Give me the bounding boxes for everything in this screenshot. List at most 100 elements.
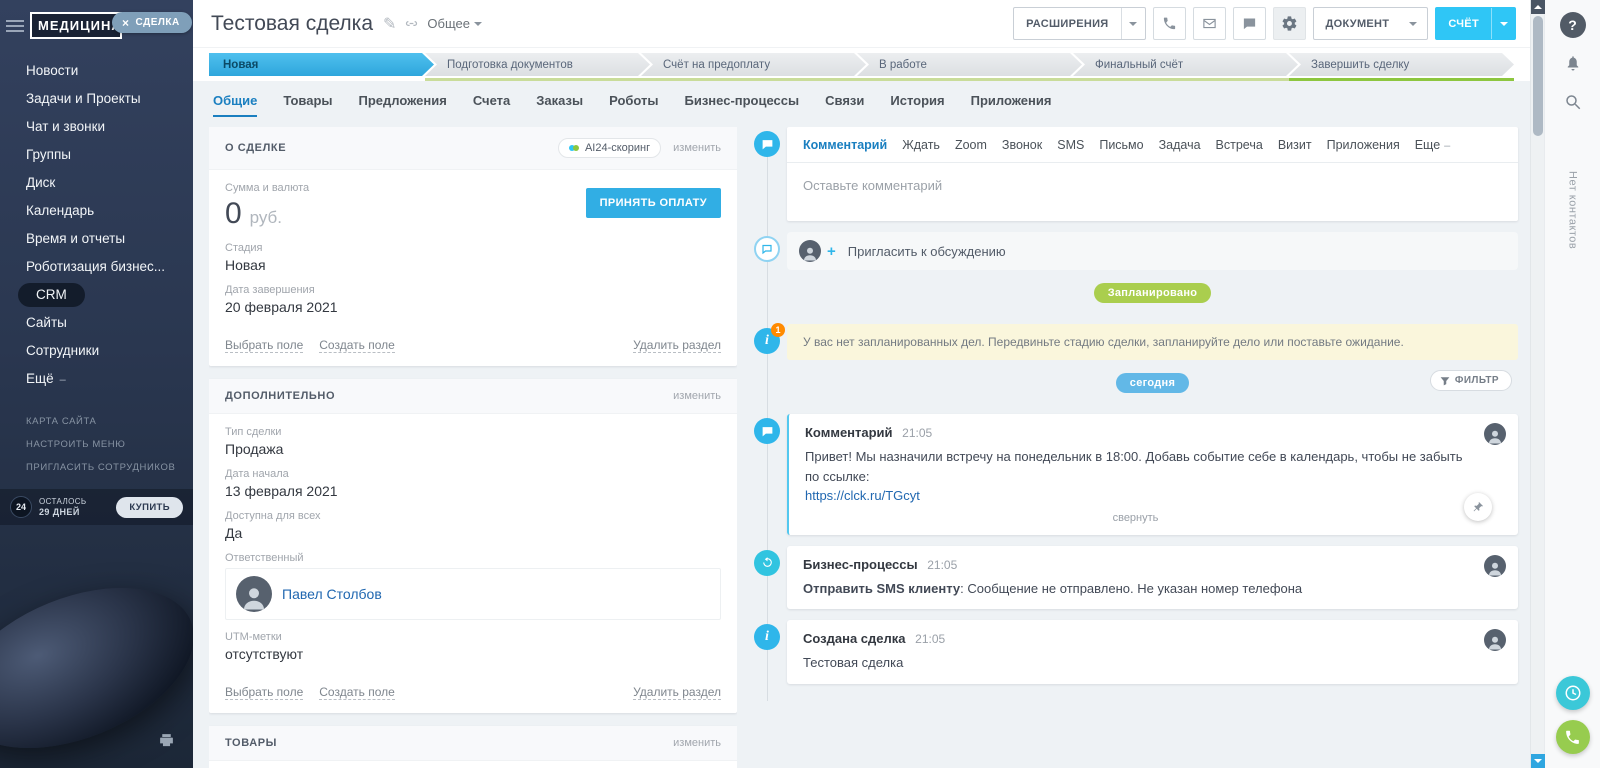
- help-icon[interactable]: ?: [1560, 12, 1586, 38]
- sidebar-item-time-reports[interactable]: Время и отчеты: [0, 225, 193, 253]
- tab-relations[interactable]: Связи: [825, 93, 864, 117]
- sidebar-item-crm[interactable]: CRM: [0, 281, 193, 309]
- stage-close-deal[interactable]: Завершить сделку: [1289, 53, 1514, 81]
- create-field-link[interactable]: Создать поле: [319, 338, 395, 353]
- ttab-meeting[interactable]: Встреча: [1216, 138, 1263, 152]
- ttab-letter[interactable]: Письмо: [1099, 138, 1143, 152]
- tab-robots[interactable]: Роботы: [609, 93, 658, 117]
- pin-icon[interactable]: [1464, 493, 1492, 521]
- printer-icon[interactable]: [158, 732, 175, 754]
- tab-business-processes[interactable]: Бизнес-процессы: [685, 93, 800, 117]
- timeline-entry-card[interactable]: Бизнес-процессы 21:05 Отправить SMS клие…: [787, 546, 1518, 610]
- sidebar-item-drive[interactable]: Диск: [0, 169, 193, 197]
- stage-document-preparation[interactable]: Подготовка документов: [425, 53, 650, 81]
- sidebar-item-more[interactable]: Ещё: [0, 365, 193, 394]
- configure-menu-link[interactable]: НАСТРОИТЬ МЕНЮ: [0, 433, 193, 456]
- bell-icon[interactable]: [1564, 54, 1582, 77]
- tab-products[interactable]: Товары: [283, 93, 332, 117]
- invite-employees-link[interactable]: ПРИГЛАСИТЬ СОТРУДНИКОВ: [0, 456, 193, 479]
- start-date-field[interactable]: Дата начала 13 февраля 2021: [225, 468, 721, 499]
- buy-button[interactable]: КУПИТЬ: [116, 497, 183, 518]
- delete-section-link[interactable]: Удалить раздел: [633, 685, 721, 700]
- tab-applications[interactable]: Приложения: [971, 93, 1052, 117]
- invite-to-discussion[interactable]: + Пригласить к обсуждению: [787, 232, 1518, 270]
- call-button[interactable]: [1153, 7, 1186, 40]
- stage-final-invoice[interactable]: Финальный счёт: [1073, 53, 1298, 81]
- deal-sum-value[interactable]: 0 руб.: [225, 197, 309, 231]
- sidebar-item-news[interactable]: Новости: [0, 57, 193, 85]
- sidebar-item-employees[interactable]: Сотрудники: [0, 337, 193, 365]
- select-field-link[interactable]: Выбрать поле: [225, 685, 303, 700]
- search-icon[interactable]: [1564, 93, 1582, 116]
- sidebar-item-tasks[interactable]: Задачи и Проекты: [0, 85, 193, 113]
- invoice-button[interactable]: СЧЁТ: [1435, 7, 1516, 40]
- sidebar-item-rpa[interactable]: Роботизация бизнес...: [0, 253, 193, 281]
- stage-prepayment-invoice[interactable]: Счёт на предоплату: [641, 53, 866, 81]
- chat-button[interactable]: [1233, 7, 1266, 40]
- ttab-zoom[interactable]: Zoom: [955, 138, 987, 152]
- no-contacts-label[interactable]: Нет контактов: [1567, 171, 1579, 249]
- edit-section-link[interactable]: изменить: [673, 390, 721, 402]
- available-to-all-field[interactable]: Доступна для всех Да: [225, 510, 721, 541]
- comment-input[interactable]: Оставьте комментарий: [787, 163, 1518, 221]
- collapse-link[interactable]: свернуть: [805, 512, 1466, 524]
- timeline-entry-card[interactable]: Создана сделка 21:05 Тестовая сделка: [787, 620, 1518, 684]
- accept-payment-button[interactable]: ПРИНЯТЬ ОПЛАТУ: [586, 188, 721, 218]
- pipeline-selector[interactable]: Общее: [427, 16, 482, 31]
- ttab-call[interactable]: Звонок: [1002, 138, 1042, 152]
- link-icon[interactable]: [404, 16, 419, 31]
- deal-type-field[interactable]: Тип сделки Продажа: [225, 426, 721, 457]
- ttab-visit[interactable]: Визит: [1278, 138, 1312, 152]
- edit-section-link[interactable]: изменить: [673, 142, 721, 154]
- add-participant-icon[interactable]: +: [827, 243, 836, 260]
- history-clock-icon[interactable]: [1556, 676, 1590, 710]
- ttab-task[interactable]: Задача: [1159, 138, 1201, 152]
- hamburger-icon[interactable]: [6, 17, 24, 35]
- stage-field[interactable]: Стадия Новая: [225, 242, 721, 273]
- extensions-button[interactable]: РАСШИРЕНИЯ: [1013, 7, 1145, 40]
- delete-section-link[interactable]: Удалить раздел: [633, 338, 721, 353]
- open-deal-tab[interactable]: × СДЕЛКА: [112, 12, 192, 33]
- ttab-more[interactable]: Еще: [1415, 138, 1451, 152]
- create-field-link[interactable]: Создать поле: [319, 685, 395, 700]
- phone-call-icon[interactable]: [1556, 720, 1590, 754]
- stage-in-progress[interactable]: В работе: [857, 53, 1082, 81]
- scroll-down-arrow[interactable]: [1531, 754, 1545, 768]
- sidebar-item-chat[interactable]: Чат и звонки: [0, 113, 193, 141]
- document-button[interactable]: ДОКУМЕНТ: [1313, 7, 1429, 40]
- ttab-comment[interactable]: Комментарий: [803, 138, 887, 152]
- sitemap-link[interactable]: КАРТА САЙТА: [0, 410, 193, 433]
- settings-gear-icon[interactable]: [1273, 7, 1306, 40]
- ttab-wait[interactable]: Ждать: [902, 138, 940, 152]
- stage-new[interactable]: Новая: [209, 53, 434, 81]
- tab-quotes[interactable]: Предложения: [359, 93, 447, 117]
- tab-invoices[interactable]: Счета: [473, 93, 510, 117]
- utm-field[interactable]: UTM-метки отсутствуют: [225, 631, 721, 662]
- sidebar-item-groups[interactable]: Группы: [0, 141, 193, 169]
- filter-button[interactable]: ФИЛЬТР: [1430, 370, 1512, 391]
- responsible-name-link[interactable]: Павел Столбов: [282, 586, 382, 602]
- ai-scoring-badge[interactable]: AI24-скоринг: [558, 138, 661, 158]
- ttab-sms[interactable]: SMS: [1057, 138, 1084, 152]
- company-logo[interactable]: МЕДИЦИНА: [30, 12, 122, 39]
- edit-title-icon[interactable]: ✎: [383, 14, 396, 34]
- tab-history[interactable]: История: [890, 93, 944, 117]
- invoice-dropdown[interactable]: [1491, 8, 1515, 39]
- end-date-field[interactable]: Дата завершения 20 февраля 2021: [225, 284, 721, 315]
- entry-link[interactable]: https://clck.ru/TGcyt: [805, 488, 920, 503]
- vertical-scrollbar[interactable]: [1530, 0, 1544, 768]
- timeline-entry-card[interactable]: Комментарий 21:05 Привет! Мы назначили в…: [787, 414, 1518, 535]
- edit-section-link[interactable]: изменить: [673, 737, 721, 749]
- email-button[interactable]: [1193, 7, 1226, 40]
- scroll-up-arrow[interactable]: [1531, 0, 1545, 14]
- responsible-user[interactable]: Павел Столбов: [225, 568, 721, 620]
- tab-general[interactable]: Общие: [213, 93, 257, 117]
- select-field-link[interactable]: Выбрать поле: [225, 338, 303, 353]
- scrollbar-thumb[interactable]: [1533, 16, 1543, 136]
- sidebar-item-calendar[interactable]: Календарь: [0, 197, 193, 225]
- extensions-dropdown[interactable]: [1121, 8, 1145, 39]
- ttab-applications[interactable]: Приложения: [1327, 138, 1400, 152]
- sidebar-item-sites[interactable]: Сайты: [0, 309, 193, 337]
- tab-orders[interactable]: Заказы: [536, 93, 583, 117]
- close-icon[interactable]: ×: [122, 18, 130, 28]
